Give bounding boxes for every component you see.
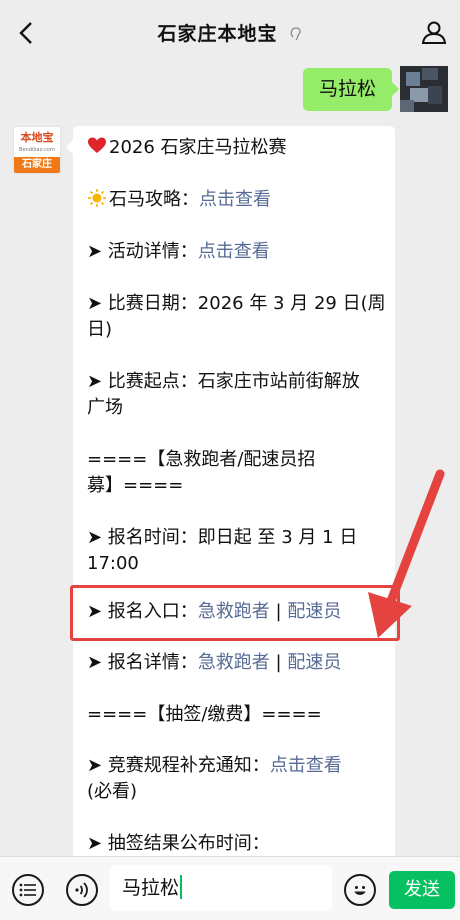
list-menu-icon bbox=[19, 883, 36, 897]
annotation-arrow-icon bbox=[368, 469, 445, 638]
signup-detail-link-pacer[interactable]: 配速员 bbox=[287, 652, 341, 673]
voice-button[interactable] bbox=[66, 874, 98, 906]
guide-link[interactable]: 点击查看 bbox=[199, 189, 271, 210]
date-line-text: ➤ 比赛日期：2026 年 3 月 29 日(周 bbox=[87, 293, 386, 314]
chat-header: 石家庄本地宝 bbox=[0, 0, 460, 66]
chat-area[interactable]: 马拉松 本地宝 Bendibao.com 石家庄 2026 石家庄马拉松赛 石马… bbox=[0, 66, 460, 856]
avatar-brand: 本地宝 bbox=[20, 131, 54, 144]
sun-icon bbox=[88, 189, 106, 207]
guide-label: 石马攻略： bbox=[109, 189, 199, 210]
person-icon bbox=[421, 21, 447, 44]
start-line-text: ➤ 比赛起点：石家庄市站前街解放 bbox=[87, 371, 360, 392]
recruit-line-text: ====【急救跑者/配速员招 bbox=[87, 449, 316, 470]
detail-line: ➤ 活动详情：点击查看 bbox=[87, 239, 387, 265]
bot-message-bubble: 2026 石家庄马拉松赛 石马攻略：点击查看 ➤ 活动详情：点击查看 ➤ 比赛日… bbox=[66, 126, 395, 856]
start-line-text-2: 广场 bbox=[87, 397, 123, 418]
recruit-section-heading: ====【急救跑者/配速员招 募】==== bbox=[87, 447, 387, 499]
profile-button[interactable] bbox=[420, 18, 448, 46]
avatar-brand-area: 本地宝 Bendibao.com bbox=[14, 127, 60, 159]
avatar-site: Bendibao.com bbox=[19, 147, 55, 153]
page-title: 石家庄本地宝 bbox=[157, 23, 278, 45]
signup-detail-separator: | bbox=[269, 652, 288, 673]
my-avatar[interactable] bbox=[400, 66, 448, 112]
emoji-button[interactable] bbox=[344, 874, 376, 906]
lottery-result-line: ➤ 抽签结果公布时间： bbox=[87, 833, 270, 854]
message-title-text: 2026 石家庄马拉松赛 bbox=[109, 137, 287, 158]
signup-time-line: ➤ 报名时间：即日起 至 3 月 1 日 17:00 bbox=[87, 525, 387, 577]
title-wrap: 石家庄本地宝 bbox=[0, 19, 460, 46]
rules-link[interactable]: 点击查看 bbox=[270, 755, 342, 776]
detail-link[interactable]: 点击查看 bbox=[198, 241, 270, 262]
signup-detail-label: ➤ 报名详情： bbox=[87, 652, 198, 673]
signup-time-text-2: 17:00 bbox=[87, 553, 139, 574]
recruit-line-text-2: 募】==== bbox=[87, 475, 184, 496]
lottery-section-heading: ====【抽签/缴费】==== bbox=[87, 704, 322, 725]
signup-detail-link-first-aid-runner[interactable]: 急救跑者 bbox=[198, 652, 270, 673]
rules-note: (必看) bbox=[87, 781, 138, 802]
guide-line: 石马攻略：点击查看 bbox=[87, 187, 387, 213]
highlight-annotation-box bbox=[70, 585, 400, 641]
date-line-text-2: 日) bbox=[87, 319, 113, 340]
mute-ear-icon bbox=[290, 27, 301, 41]
signup-time-text: ➤ 报名时间：即日起 至 3 月 1 日 bbox=[87, 527, 358, 548]
signup-detail-line: ➤ 报名详情：急救跑者 | 配速员 bbox=[87, 650, 387, 676]
message-input[interactable]: 马拉松 bbox=[110, 865, 332, 911]
input-bar: 马拉松 发送 bbox=[0, 856, 460, 920]
text-cursor bbox=[180, 875, 183, 899]
bot-avatar[interactable]: 本地宝 Bendibao.com 石家庄 bbox=[13, 126, 61, 174]
rules-line: ➤ 竞赛规程补充通知：点击查看 (必看) bbox=[87, 753, 387, 805]
rules-label: ➤ 竞赛规程补充通知： bbox=[87, 755, 270, 776]
smiley-icon bbox=[354, 886, 366, 895]
voice-wave-icon bbox=[75, 882, 88, 898]
avatar-city: 石家庄 bbox=[14, 157, 60, 173]
message-title: 2026 石家庄马拉松赛 bbox=[87, 135, 387, 161]
date-line: ➤ 比赛日期：2026 年 3 月 29 日(周 日) bbox=[87, 291, 387, 343]
message-input-value: 马拉松 bbox=[122, 877, 180, 899]
menu-button[interactable] bbox=[12, 874, 44, 906]
start-line: ➤ 比赛起点：石家庄市站前街解放 广场 bbox=[87, 369, 387, 421]
heart-icon bbox=[88, 137, 106, 153]
detail-label: ➤ 活动详情： bbox=[87, 241, 198, 262]
my-message-bubble[interactable]: 马拉松 bbox=[302, 68, 400, 111]
send-button[interactable]: 发送 bbox=[389, 871, 455, 909]
